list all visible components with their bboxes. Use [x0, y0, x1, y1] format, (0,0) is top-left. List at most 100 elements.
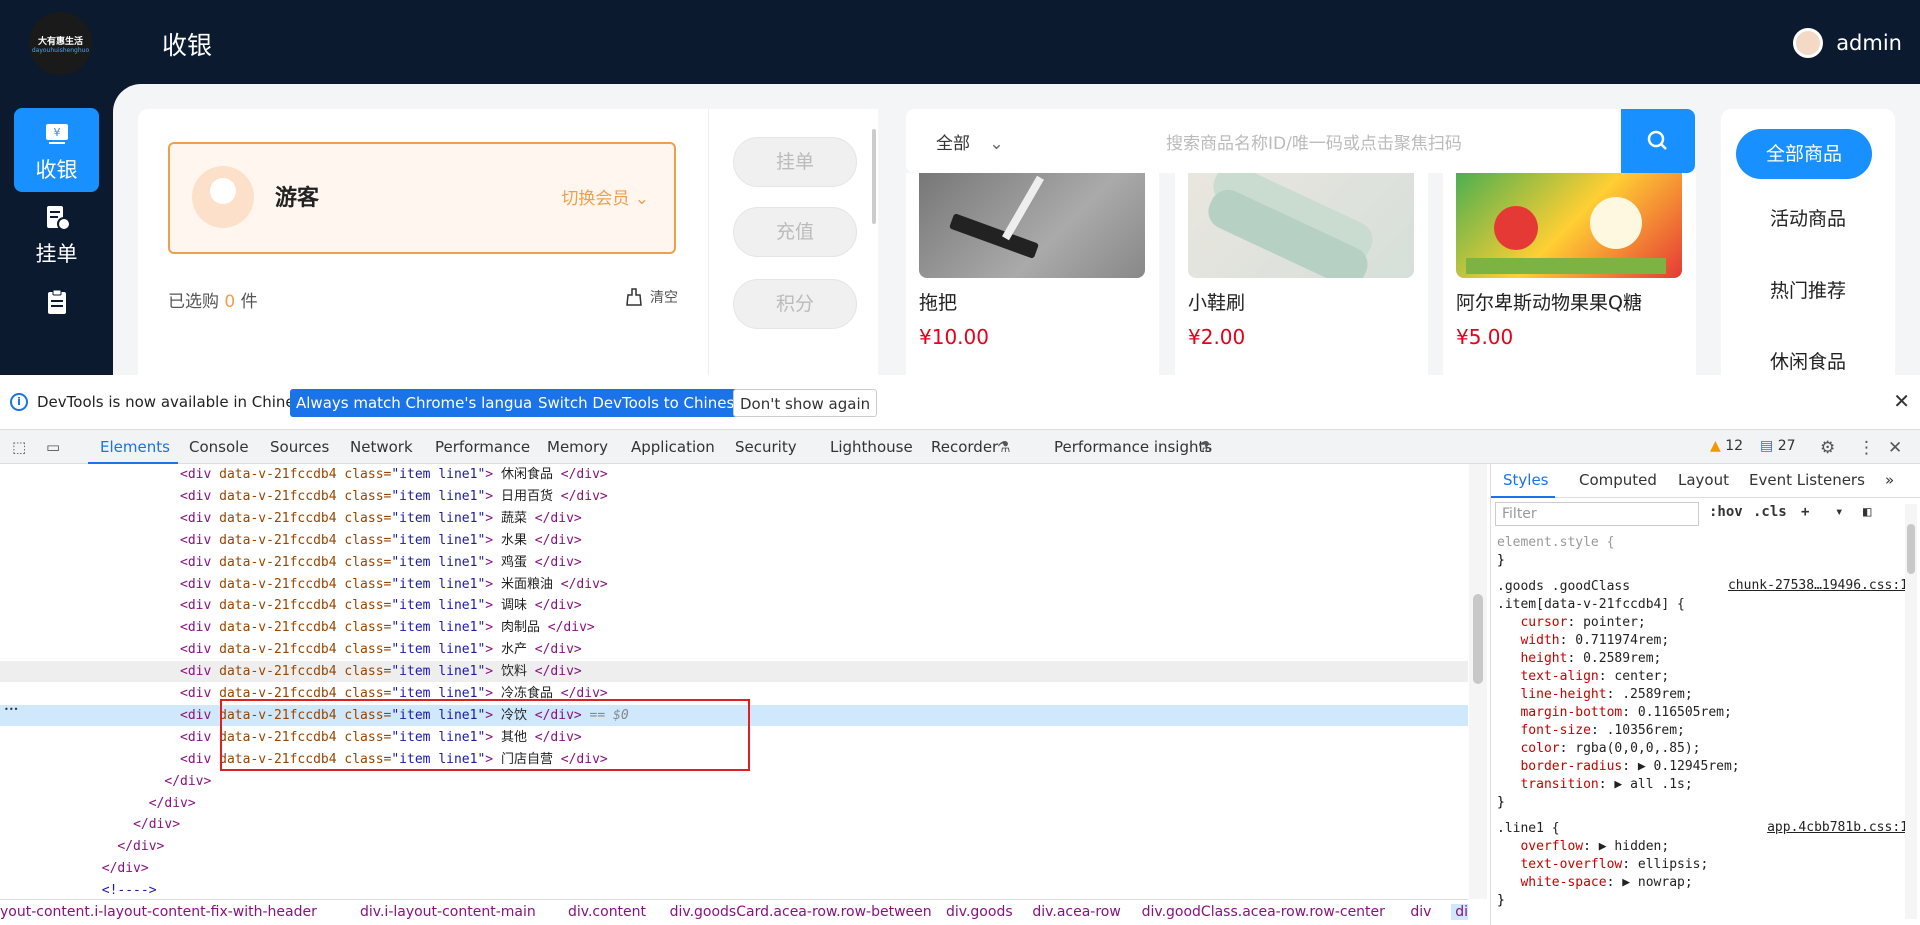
styles-filter-input[interactable]: Filter	[1495, 502, 1699, 526]
code-line[interactable]: <div data-v-21fccdb4 class="item line1">…	[0, 530, 1468, 551]
category-hot[interactable]: 热门推荐	[1721, 276, 1895, 303]
code-line[interactable]: <div data-v-21fccdb4 class="item line1">…	[0, 552, 1468, 573]
inspect-icon[interactable]: ⬚	[12, 438, 26, 456]
scrollbar[interactable]	[1905, 504, 1917, 919]
match-language-button[interactable]: Always match Chrome's language	[290, 389, 557, 417]
tab-network[interactable]: Network	[350, 438, 413, 456]
message-count[interactable]: ▤ 27	[1760, 438, 1796, 454]
warning-count[interactable]: ▲ 12	[1710, 438, 1743, 454]
gear-icon[interactable]: ⚙	[1820, 438, 1835, 458]
tab-event-listeners[interactable]: Event Listeners	[1749, 471, 1865, 489]
search-input[interactable]: 搜索商品名称ID/唯一码或点击聚焦扫码	[1166, 129, 1462, 154]
more-tabs-icon[interactable]: »	[1885, 471, 1894, 489]
tab-computed[interactable]: Computed	[1579, 471, 1657, 489]
tab-lighthouse[interactable]: Lighthouse	[830, 438, 913, 456]
tab-elements[interactable]: Elements	[100, 438, 170, 456]
attr-value: "item line1"	[391, 532, 486, 548]
elements-tree[interactable]: <div data-v-21fccdb4 class="item line1">…	[0, 464, 1468, 899]
rule-source-link[interactable]: chunk-27538…19496.css:1	[1728, 578, 1908, 593]
css-declaration: overflow: ▶ hidden;	[1497, 838, 1669, 856]
add-rule-icon[interactable]: +	[1801, 504, 1809, 520]
more-actions-icon[interactable]: •••	[4, 705, 18, 714]
sidebar-item-pending[interactable]: 挂单	[14, 192, 99, 276]
code-line[interactable]: </div>	[0, 836, 1468, 857]
breadcrumb-item[interactable]: div.content	[568, 904, 646, 920]
code-line[interactable]: </div>	[0, 858, 1468, 879]
close-icon[interactable]: ✕	[1888, 438, 1902, 458]
code-line[interactable]: </div>	[0, 771, 1468, 792]
scrollbar[interactable]	[872, 129, 876, 224]
paint-icon[interactable]: ▾	[1835, 504, 1843, 520]
breadcrumb-item[interactable]: div.goods	[946, 904, 1013, 920]
scrollbar-thumb[interactable]	[1473, 594, 1483, 684]
code-line[interactable]: <div data-v-21fccdb4 class="item line1">…	[0, 486, 1468, 507]
breadcrumb-item[interactable]: div	[1410, 904, 1431, 920]
user-menu[interactable]: admin	[1793, 28, 1902, 58]
code-line[interactable]: <div data-v-21fccdb4 class="item line1">…	[0, 661, 1468, 683]
tab-application[interactable]: Application	[631, 438, 715, 456]
code-line[interactable]: <div data-v-21fccdb4 class="item line1">…	[0, 617, 1468, 638]
tag-open: <div	[180, 488, 220, 504]
close-icon[interactable]: ✕	[1893, 389, 1910, 413]
css-colon: :	[1559, 633, 1576, 648]
code-line[interactable]: <div data-v-21fccdb4 class="item line1">…	[0, 595, 1468, 616]
category-select[interactable]: 全部 ⌄	[936, 129, 1004, 154]
breadcrumb-item[interactable]: yout-content.i-layout-content-fix-with-h…	[0, 904, 317, 920]
rule-brace: }	[1497, 553, 1505, 568]
category-promo[interactable]: 活动商品	[1721, 204, 1895, 231]
tab-styles[interactable]: Styles	[1503, 471, 1549, 489]
category-snacks[interactable]: 休闲食品	[1721, 347, 1895, 374]
scrollbar[interactable]	[1469, 464, 1487, 899]
code-line[interactable]: </div>	[0, 793, 1468, 814]
cls-toggle[interactable]: .cls	[1753, 504, 1787, 520]
code-line[interactable]: </div>	[0, 814, 1468, 835]
switch-chinese-button[interactable]: Switch DevTools to Chinese	[532, 389, 750, 417]
code-line[interactable]: <!---->	[0, 880, 1468, 899]
code-line[interactable]: <div data-v-21fccdb4 class="item line1">…	[0, 464, 1468, 485]
more-icon[interactable]: ⋮	[1858, 438, 1875, 458]
code-line[interactable]: <div data-v-21fccdb4 class="item line1">…	[0, 639, 1468, 660]
tab-performance[interactable]: Performance	[435, 438, 530, 456]
rule-source-link[interactable]: app.4cbb781b.css:1	[1767, 820, 1908, 835]
search-button[interactable]	[1621, 109, 1695, 173]
product-card[interactable]: 阿尔卑斯动物果果Q糖 ¥5.00	[1443, 173, 1696, 375]
breadcrumb-item[interactable]: div.item.line1	[1451, 904, 1468, 920]
tab-security[interactable]: Security	[735, 438, 797, 456]
category-select-value: 全部	[936, 134, 970, 154]
sidebar-item-orders[interactable]	[14, 276, 99, 360]
breadcrumb-item[interactable]: div.acea-row	[1032, 904, 1120, 920]
tab-recorder[interactable]: Recorder	[931, 438, 998, 456]
breadcrumb-item[interactable]: div.goodClass.acea-row.row-center	[1142, 904, 1385, 920]
logo[interactable]: 大有惠生活 dayouhuishenghuo	[29, 12, 92, 75]
hold-order-button[interactable]: 挂单	[733, 137, 857, 187]
points-button[interactable]: 积分	[733, 279, 857, 329]
switch-member-button[interactable]: 切换会员 ⌄	[561, 184, 649, 209]
sidebar-toggle-icon[interactable]: ◧	[1863, 504, 1871, 520]
code-line[interactable]: <div data-v-21fccdb4 class="item line1">…	[0, 508, 1468, 529]
dont-show-again-button[interactable]: Don't show again	[733, 389, 878, 417]
recharge-button[interactable]: 充值	[733, 207, 857, 257]
code-line[interactable]: <div data-v-21fccdb4 class="item line1">…	[0, 574, 1468, 595]
attr-value: "item line1"	[391, 620, 486, 636]
breadcrumb-item[interactable]: div.i-layout-content-main	[360, 904, 536, 920]
clear-cart-button[interactable]: 清空	[624, 287, 678, 307]
css-colon: :	[1567, 615, 1584, 630]
hov-toggle[interactable]: :hov	[1709, 504, 1743, 520]
tab-memory[interactable]: Memory	[547, 438, 608, 456]
tab-console[interactable]: Console	[189, 438, 249, 456]
tab-sources[interactable]: Sources	[270, 438, 329, 456]
product-card[interactable]: 拖把 ¥10.00	[906, 173, 1159, 375]
device-toolbar-icon[interactable]: ▭	[46, 438, 60, 456]
tab-layout[interactable]: Layout	[1678, 471, 1729, 489]
sidebar-item-cashier[interactable]: ¥ 收银	[14, 108, 99, 192]
tab-performance-insights[interactable]: Performance insights	[1054, 438, 1212, 456]
css-property-value: ellipsis;	[1637, 857, 1709, 872]
css-colon: :	[1622, 759, 1638, 774]
product-card[interactable]: 小鞋刷 ¥2.00	[1175, 164, 1428, 375]
breadcrumb-item[interactable]: div.goodsCard.acea-row.row-between	[670, 904, 932, 920]
scrollbar-thumb[interactable]	[1907, 524, 1915, 574]
category-all[interactable]: 全部商品	[1736, 129, 1872, 179]
